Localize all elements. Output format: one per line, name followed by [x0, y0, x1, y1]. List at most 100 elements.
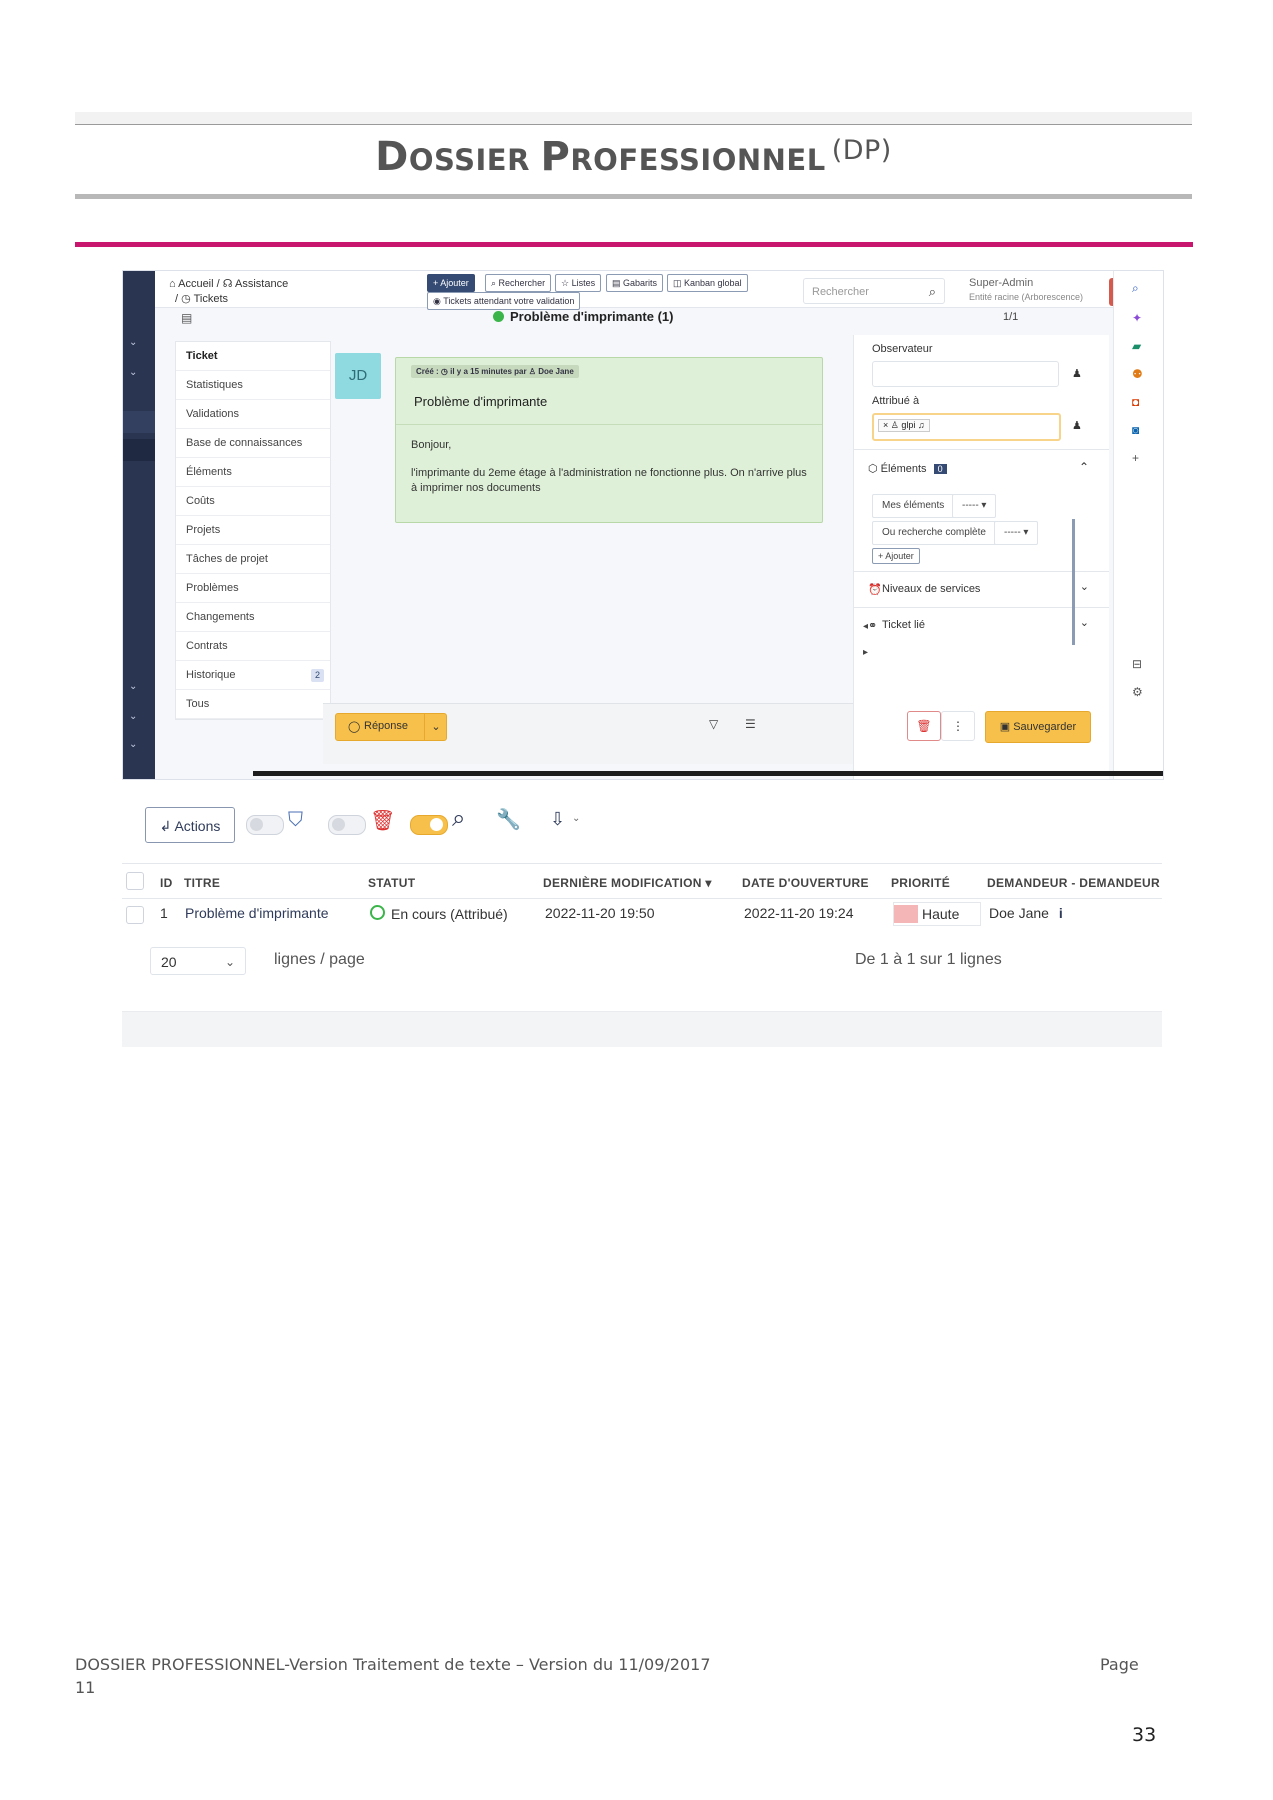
tab-couts[interactable]: Coûts — [176, 487, 330, 516]
templates-button[interactable]: ▤ Gabarits — [606, 274, 664, 292]
my-elements-value: ----- — [962, 500, 979, 511]
info-icon[interactable]: i — [1059, 905, 1063, 921]
cell-priority: Haute — [893, 902, 981, 926]
cell-modified: 2022-11-20 19:50 — [545, 905, 655, 921]
col-requester[interactable]: DEMANDEUR - DEMANDEUR — [987, 876, 1160, 890]
wrench-icon[interactable]: 🔧 — [496, 807, 521, 832]
people-icon[interactable]: ⚉ — [1132, 367, 1143, 381]
tab-base-connaissances[interactable]: Base de connaissances — [176, 429, 330, 458]
cell-title-link[interactable]: Problème d'imprimante — [185, 905, 329, 921]
tab-projets[interactable]: Projets — [176, 516, 330, 545]
breadcrumb-tickets[interactable]: Tickets — [194, 293, 228, 305]
gear-icon[interactable]: ⚙ — [1132, 685, 1143, 699]
map-toggle[interactable] — [246, 815, 284, 835]
title-superscript: (DP) — [831, 135, 892, 167]
breadcrumb-assistance[interactable]: Assistance — [235, 278, 288, 290]
tab-statistiques[interactable]: Statistiques — [176, 371, 330, 400]
search-icon[interactable]: ⌕ — [929, 279, 936, 305]
add-button[interactable]: + Ajouter — [427, 274, 475, 292]
status-circle-icon — [370, 905, 385, 920]
list-check-icon[interactable]: ☰ — [745, 717, 756, 731]
col-opened[interactable]: DATE D'OUVERTURE — [742, 876, 869, 890]
chevron-down-icon[interactable]: ⌄ — [129, 739, 137, 750]
add-person-icon[interactable]: ♟ — [1072, 367, 1082, 380]
export-icon[interactable]: ⇩ — [550, 809, 565, 830]
expand-right-icon[interactable]: ▸ — [863, 647, 868, 658]
chevron-down-icon[interactable]: ⌄ — [572, 813, 580, 824]
list-toolbar: ↲ Actions ⛉ 🗑 ⌕ 🔧 ⇩ ⌄ — [122, 785, 1162, 861]
tab-historique[interactable]: Historique 2 — [176, 661, 330, 690]
row-checkbox[interactable] — [126, 906, 144, 924]
lists-button[interactable]: ☆ Listes — [555, 274, 602, 292]
reply-button[interactable]: ◯ Réponse ⌄ — [335, 713, 447, 741]
sla-section[interactable]: ⏰ Niveaux de services ⌄ — [854, 571, 1109, 606]
cell-requester-name[interactable]: Doe Jane — [989, 905, 1049, 921]
linked-ticket-section[interactable]: ⚭ Ticket lié ⌄ — [854, 607, 1109, 642]
col-status[interactable]: STATUT — [368, 876, 415, 890]
search-icon[interactable]: ⌕ — [452, 805, 465, 833]
add-element-button[interactable]: + Ajouter — [872, 548, 920, 564]
add-person-icon[interactable]: ♟ — [1072, 419, 1082, 432]
tab-taches-projet[interactable]: Tâches de projet — [176, 545, 330, 574]
ticket-tabs-menu: Ticket Statistiques Validations Base de … — [175, 341, 331, 720]
my-elements-select[interactable]: ----- ▾ — [952, 494, 997, 518]
col-title[interactable]: TITRE — [184, 876, 220, 890]
tab-validations[interactable]: Validations — [176, 400, 330, 429]
col-priority[interactable]: PRIORITÉ — [891, 876, 950, 890]
toolbox-icon[interactable]: ▰ — [1132, 339, 1141, 353]
plus-icon[interactable]: + — [1132, 451, 1139, 465]
user-name[interactable]: Super-Admin — [969, 277, 1033, 289]
chevron-down-icon[interactable]: ⌄ — [129, 711, 137, 722]
copilot-icon[interactable]: ✦ — [1132, 311, 1142, 325]
search-toggle[interactable] — [410, 815, 448, 835]
chevron-down-icon[interactable]: ⌄ — [129, 681, 137, 692]
full-search-button[interactable]: Ou recherche complète — [872, 521, 996, 545]
office-icon[interactable]: ◘ — [1132, 395, 1139, 409]
tab-changements[interactable]: Changements — [176, 603, 330, 632]
breadcrumb-home[interactable]: Accueil — [178, 278, 213, 290]
tab-contrats[interactable]: Contrats — [176, 632, 330, 661]
col-last-modified[interactable]: DERNIÈRE MODIFICATION ▾ — [543, 876, 712, 890]
collapse-left-icon[interactable]: ◂ — [863, 621, 868, 632]
chevron-up-icon[interactable]: ⌃ — [1079, 460, 1089, 474]
tab-tous[interactable]: Tous — [176, 690, 330, 719]
actions-button[interactable]: ↲ Actions — [145, 807, 235, 843]
search-icon[interactable]: ⌕ — [1132, 281, 1139, 296]
filter-icon[interactable]: ▽ — [709, 717, 718, 731]
observer-field[interactable] — [872, 361, 1059, 387]
message-body: Bonjour, l'imprimante du 2eme étage à l'… — [411, 438, 811, 496]
panel-scrollbar[interactable] — [1072, 519, 1075, 645]
trash-toggle[interactable] — [328, 815, 366, 835]
col-id[interactable]: ID — [160, 876, 173, 890]
timeline-actions-bar: ◯ Réponse ⌄ ▽ ☰ — [323, 703, 853, 764]
message-text: l'imprimante du 2eme étage à l'administr… — [411, 467, 807, 494]
assigned-field[interactable]: × ♙ glpi ♫ — [872, 413, 1061, 441]
search-button[interactable]: ⌕ Rechercher — [485, 274, 552, 292]
assigned-tag[interactable]: × ♙ glpi ♫ — [878, 419, 930, 432]
outlook-icon[interactable]: ◙ — [1132, 423, 1139, 437]
save-button[interactable]: ▣ Sauvegarder — [985, 711, 1091, 743]
chevron-down-icon[interactable]: ⌄ — [1080, 580, 1089, 593]
chevron-down-icon[interactable]: ⌄ — [1080, 616, 1089, 629]
search-icon: ⌕ — [491, 278, 499, 288]
chevron-down-icon[interactable]: ⌄ — [424, 714, 447, 740]
elements-header[interactable]: ⬡ Éléments 0 — [868, 462, 947, 475]
my-elements-button[interactable]: Mes éléments — [872, 494, 955, 518]
pending-validation-button[interactable]: ◉ Tickets attendant votre validation — [427, 292, 581, 310]
message-divider — [396, 424, 822, 425]
sidebar-toggle-icon[interactable]: ⊟ — [1132, 657, 1142, 671]
chevron-down-icon[interactable]: ⌄ — [129, 367, 137, 378]
select-all-checkbox[interactable] — [126, 872, 144, 890]
tab-ticket[interactable]: Ticket — [176, 342, 330, 371]
page-size-select[interactable]: 20 ⌄ — [150, 947, 246, 975]
list-toggle-icon[interactable]: ▤ — [181, 311, 192, 325]
delete-ticket-button[interactable]: 🗑 — [907, 711, 941, 741]
global-search-input[interactable]: Rechercher ⌕ — [803, 278, 945, 304]
tab-problemes[interactable]: Problèmes — [176, 574, 330, 603]
more-options-button[interactable]: ⋮ — [941, 711, 975, 741]
kanban-button[interactable]: ◫ Kanban global — [667, 274, 748, 292]
full-search-select[interactable]: ----- ▾ — [994, 521, 1039, 545]
chevron-down-icon[interactable]: ⌄ — [129, 337, 137, 348]
tab-elements[interactable]: Éléments — [176, 458, 330, 487]
user-entity[interactable]: Entité racine (Arborescence) — [969, 292, 1083, 302]
